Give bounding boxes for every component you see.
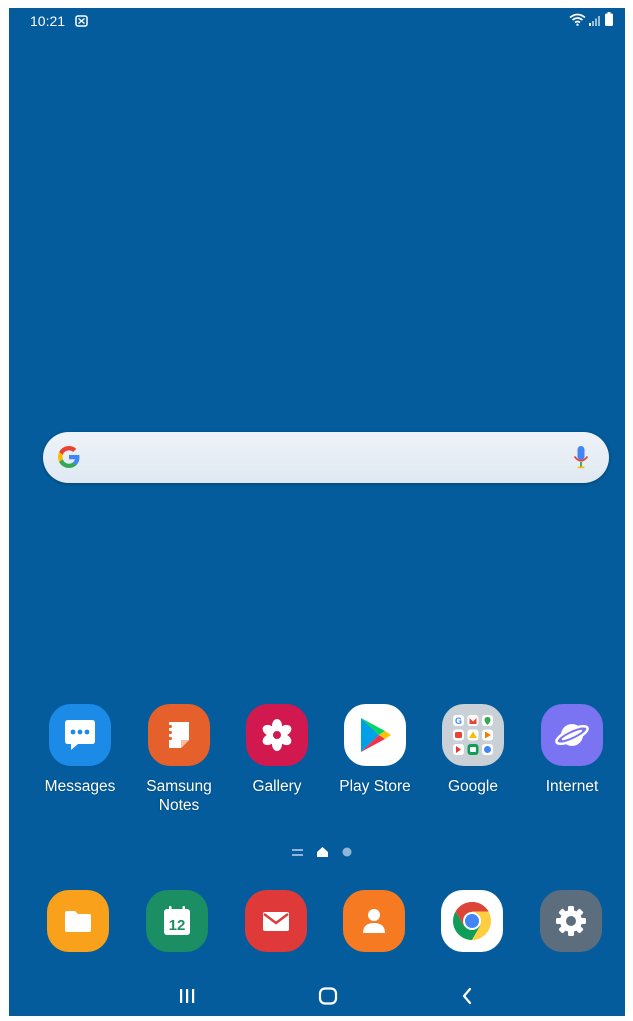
app-gallery[interactable]: Gallery — [227, 704, 327, 796]
person-icon — [363, 909, 385, 933]
battery-icon — [605, 12, 613, 31]
folder-icon — [65, 911, 91, 932]
notes-icon — [167, 722, 189, 748]
dock-settings[interactable] — [521, 890, 621, 952]
back-icon — [462, 987, 472, 1005]
wifi-icon — [569, 13, 586, 31]
chat-bubble-icon — [65, 720, 95, 750]
dock-calendar[interactable]: 12 — [127, 890, 227, 952]
app-label: Messages — [44, 778, 116, 795]
app-play-store[interactable]: Play Store — [325, 704, 425, 796]
calendar-icon: 12 — [164, 906, 190, 935]
app-label: Google — [448, 778, 498, 795]
app-internet[interactable]: Internet — [522, 704, 622, 796]
folder-grid-icon: G — [453, 715, 493, 755]
dock-contacts[interactable] — [324, 890, 424, 952]
home-icon — [318, 987, 338, 1005]
contacts-app-icon — [343, 890, 405, 952]
recents-icon — [180, 989, 195, 1003]
app-label: Gallery — [252, 778, 302, 795]
chrome-icon — [453, 902, 491, 940]
dock-my-files[interactable] — [28, 890, 128, 952]
play-triangle-icon — [361, 718, 391, 752]
dock-email[interactable] — [226, 890, 326, 952]
settings-app-icon — [540, 890, 602, 952]
recents-button[interactable] — [167, 982, 207, 1010]
app-samsung-notes[interactable]: Samsung Notes — [129, 704, 229, 815]
app-google-folder[interactable]: G Google — [423, 704, 523, 796]
home-button[interactable] — [308, 982, 348, 1010]
apps-list-indicator-icon[interactable] — [292, 844, 303, 862]
app-messages[interactable]: Messages — [30, 704, 130, 796]
email-app-icon — [245, 890, 307, 952]
back-button[interactable] — [447, 982, 487, 1010]
page-dot[interactable] — [342, 844, 352, 862]
navigation-bar — [9, 976, 625, 1016]
messages-app-icon — [49, 704, 111, 766]
app-label: Internet — [545, 778, 599, 795]
samsung-notes-app-icon — [148, 704, 210, 766]
gallery-app-icon — [246, 704, 308, 766]
calendar-day: 12 — [169, 917, 186, 934]
dock-chrome[interactable] — [422, 890, 522, 952]
google-search-bar[interactable] — [43, 432, 609, 483]
page-indicator — [292, 844, 352, 862]
my-files-app-icon — [47, 890, 109, 952]
home-screen: 10:21 Messages Samsung Notes Gallery Pla… — [9, 8, 625, 1016]
microphone-icon[interactable] — [573, 445, 589, 476]
signal-icon — [589, 13, 602, 31]
app-label: Samsung Notes — [146, 778, 212, 814]
home-page-indicator-icon[interactable] — [317, 844, 328, 862]
internet-app-icon — [541, 704, 603, 766]
status-time: 10:21 — [30, 13, 66, 29]
gear-icon — [556, 906, 586, 936]
notification-icon — [75, 14, 88, 32]
play-store-app-icon — [344, 704, 406, 766]
status-bar: 10:21 — [9, 8, 625, 36]
calendar-app-icon: 12 — [146, 890, 208, 952]
planet-icon — [555, 724, 589, 746]
svg-text:G: G — [455, 716, 462, 726]
envelope-icon — [263, 912, 289, 931]
google-folder-icon: G — [442, 704, 504, 766]
app-label: Play Store — [339, 778, 411, 795]
chrome-app-icon — [441, 890, 503, 952]
google-g-icon — [57, 445, 81, 474]
flower-icon — [262, 719, 292, 751]
